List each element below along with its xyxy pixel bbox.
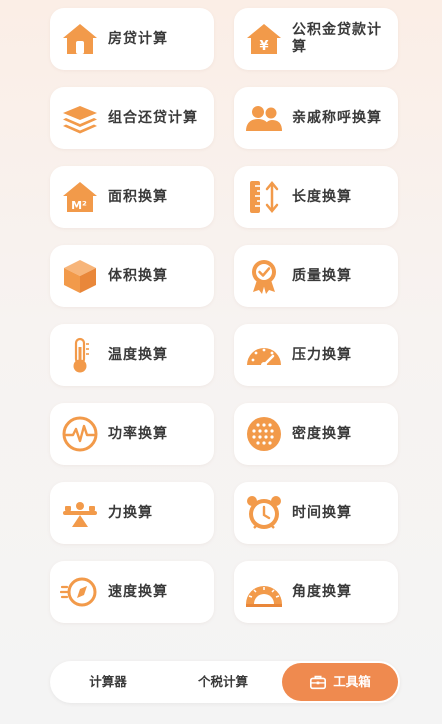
tool-label: 力换算 — [108, 504, 153, 521]
house-m2-icon: M² — [60, 177, 100, 217]
pulse-icon — [60, 414, 100, 454]
tool-card-mass[interactable]: 质量换算 — [234, 245, 398, 307]
tab-tax[interactable]: 个税计算 — [168, 661, 278, 703]
house-yen-icon: ¥ — [244, 19, 284, 59]
svg-text:M²: M² — [71, 199, 87, 212]
tool-label: 功率换算 — [108, 425, 168, 442]
tool-card-length[interactable]: 长度换算 — [234, 166, 398, 228]
tool-label: 角度换算 — [292, 583, 352, 600]
ruler-arrow-icon — [244, 177, 284, 217]
cube-icon — [60, 256, 100, 296]
tool-card-angle[interactable]: 角度换算 — [234, 561, 398, 623]
tool-grid: 房贷计算 ¥ 公积金贷款计算 组合还贷计算 亲戚称呼换算 M² 面积换算 长度换… — [0, 0, 442, 640]
badge-check-icon — [244, 256, 284, 296]
compass-icon — [60, 572, 100, 612]
tool-card-combo-loan[interactable]: 组合还贷计算 — [50, 87, 214, 149]
tool-card-volume[interactable]: 体积换算 — [50, 245, 214, 307]
tool-card-housing-fund[interactable]: ¥ 公积金贷款计算 — [234, 8, 398, 70]
tool-label: 组合还贷计算 — [108, 109, 198, 126]
layers-icon — [60, 98, 100, 138]
tool-label: 面积换算 — [108, 188, 168, 205]
tool-label: 速度换算 — [108, 583, 168, 600]
people-icon — [244, 98, 284, 138]
tool-card-pressure[interactable]: 压力换算 — [234, 324, 398, 386]
gauge-icon — [244, 335, 284, 375]
tool-card-relatives[interactable]: 亲戚称呼换算 — [234, 87, 398, 149]
tool-label: 压力换算 — [292, 346, 352, 363]
svg-text:¥: ¥ — [259, 39, 268, 54]
tool-label: 公积金贷款计算 — [292, 22, 382, 55]
tool-label: 长度换算 — [292, 188, 352, 205]
tab-toolbox[interactable]: 工具箱 — [282, 663, 398, 701]
protractor-icon — [244, 572, 284, 612]
tool-label: 时间换算 — [292, 504, 352, 521]
tool-card-mortgage[interactable]: 房贷计算 — [50, 8, 214, 70]
tool-card-density[interactable]: 密度换算 — [234, 403, 398, 465]
toolbox-icon — [310, 675, 327, 690]
tool-card-force[interactable]: 力换算 — [50, 482, 214, 544]
tool-card-temperature[interactable]: 温度换算 — [50, 324, 214, 386]
tab-toolbox-label: 工具箱 — [333, 674, 371, 689]
tool-label: 质量换算 — [292, 267, 352, 284]
tool-card-time[interactable]: 时间换算 — [234, 482, 398, 544]
bottom-tab-bar: 计算器 个税计算 工具箱 — [50, 661, 400, 703]
alarm-clock-icon — [244, 493, 284, 533]
tool-label: 温度换算 — [108, 346, 168, 363]
tool-card-power[interactable]: 功率换算 — [50, 403, 214, 465]
tool-label: 亲戚称呼换算 — [292, 109, 382, 126]
balance-icon — [60, 493, 100, 533]
thermometer-icon — [60, 335, 100, 375]
tool-label: 密度换算 — [292, 425, 352, 442]
dots-circle-icon — [244, 414, 284, 454]
house-icon — [60, 19, 100, 59]
tool-label: 体积换算 — [108, 267, 168, 284]
tool-card-speed[interactable]: 速度换算 — [50, 561, 214, 623]
tool-card-area[interactable]: M² 面积换算 — [50, 166, 214, 228]
tool-label: 房贷计算 — [108, 30, 168, 47]
tab-calculator[interactable]: 计算器 — [58, 661, 158, 703]
